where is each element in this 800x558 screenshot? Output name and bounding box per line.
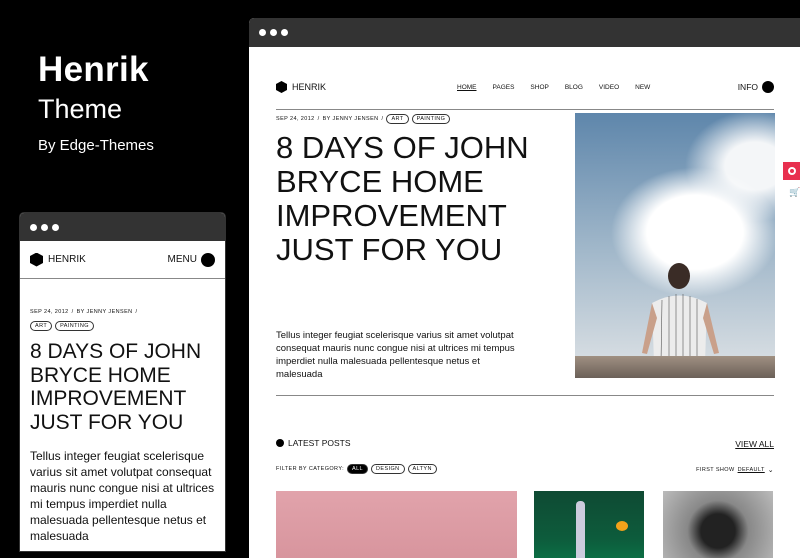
mobile-post: SEP 24, 2012/BY JENNY JENSEN / ART PAINTIN… bbox=[20, 279, 225, 544]
desktop-preview: HENRIK HOME PAGES SHOP BLOG VIDEO NEW IN… bbox=[249, 18, 800, 558]
mobile-preview: HENRIK MENU SEP 24, 2012/BY JENNY JENSEN… bbox=[19, 212, 226, 552]
site-logo[interactable]: HENRIK bbox=[30, 252, 86, 267]
sort-label: FIRST SHOW bbox=[696, 467, 735, 473]
menu-pages[interactable]: PAGES bbox=[493, 84, 515, 91]
menu-new[interactable]: NEW bbox=[635, 84, 650, 91]
theme-author: By Edge-Themes bbox=[38, 137, 154, 154]
filter-all[interactable]: ALL bbox=[347, 464, 369, 474]
post-excerpt: Tellus integer feugiat scelerisque variu… bbox=[30, 449, 215, 543]
tag-painting[interactable]: PAINTING bbox=[55, 321, 94, 331]
person-illustration bbox=[642, 263, 719, 363]
sort-value: DEFAULT bbox=[737, 467, 765, 473]
post-date: SEP 24, 2012 bbox=[276, 116, 315, 122]
site-header: HENRIK HOME PAGES SHOP BLOG VIDEO NEW IN… bbox=[276, 65, 774, 110]
window-dot bbox=[52, 223, 59, 231]
post-author[interactable]: BY JENNY JENSEN bbox=[323, 116, 379, 122]
post-title[interactable]: 8 DAYS OF JOHN BRYCE HOME IMPROVEMENT JU… bbox=[276, 131, 556, 267]
tag-art[interactable]: ART bbox=[386, 114, 409, 124]
hexagon-logo-icon bbox=[276, 81, 287, 93]
post-tags: ART PAINTING bbox=[30, 321, 215, 331]
mobile-header: HENRIK MENU bbox=[20, 241, 225, 279]
menu-button[interactable]: MENU bbox=[167, 252, 215, 267]
window-dot bbox=[259, 29, 266, 36]
logo-text: HENRIK bbox=[48, 254, 86, 265]
main-menu: HOME PAGES SHOP BLOG VIDEO NEW bbox=[457, 84, 650, 91]
info-label: INFO bbox=[737, 82, 758, 92]
window-bar bbox=[20, 213, 225, 241]
ledge bbox=[575, 356, 775, 378]
category-filter: FILTER BY CATEGORY: ALL DESIGN ALTYN bbox=[276, 464, 437, 474]
post-meta: SEP 24, 2012/BY JENNY JENSEN / bbox=[30, 309, 215, 315]
tag-art[interactable]: ART bbox=[30, 321, 53, 331]
view-all-link[interactable]: VIEW ALL bbox=[735, 439, 774, 449]
circle-icon bbox=[762, 81, 774, 93]
window-dot bbox=[270, 29, 277, 36]
separator: / bbox=[381, 116, 384, 122]
theme-branding: Henrik Theme By Edge-Themes bbox=[38, 50, 154, 154]
window-dot bbox=[41, 223, 48, 231]
filter-altyn[interactable]: ALTYN bbox=[407, 464, 437, 474]
filter-design[interactable]: DESIGN bbox=[371, 464, 405, 474]
separator: / bbox=[317, 116, 320, 122]
cart-icon[interactable]: 🛒 bbox=[789, 187, 800, 198]
post-card-image[interactable] bbox=[276, 491, 517, 558]
sort-select[interactable]: FIRST SHOW DEFAULT ⌄ bbox=[696, 466, 774, 474]
menu-home[interactable]: HOME bbox=[457, 84, 477, 91]
menu-video[interactable]: VIDEO bbox=[599, 84, 619, 91]
orange-shape bbox=[616, 521, 628, 531]
info-button[interactable]: INFO bbox=[738, 81, 774, 93]
bottle-shape bbox=[576, 501, 585, 558]
separator: / bbox=[135, 309, 138, 315]
menu-label: MENU bbox=[167, 254, 197, 265]
hero-image[interactable] bbox=[575, 113, 775, 378]
separator: / bbox=[71, 309, 74, 315]
divider bbox=[276, 395, 774, 396]
site-logo[interactable]: HENRIK bbox=[276, 81, 326, 93]
post-date: SEP 24, 2012 bbox=[30, 309, 69, 315]
circle-icon bbox=[276, 439, 284, 447]
post-title[interactable]: 8 DAYS OF JOHN BRYCE HOME IMPROVEMENT JU… bbox=[30, 340, 215, 434]
latest-heading-text: LATEST POSTS bbox=[288, 438, 351, 448]
logo-text: HENRIK bbox=[292, 82, 327, 92]
post-excerpt: Tellus integer feugiat scelerisque variu… bbox=[276, 330, 515, 380]
theme-name: Henrik bbox=[38, 50, 149, 89]
window-dot bbox=[30, 223, 37, 231]
hexagon-logo-icon bbox=[30, 252, 43, 267]
tag-painting[interactable]: PAINTING bbox=[411, 114, 451, 124]
theme-subtitle: Theme bbox=[38, 94, 123, 124]
chevron-down-icon: ⌄ bbox=[767, 467, 774, 474]
menu-shop[interactable]: SHOP bbox=[530, 84, 548, 91]
window-bar bbox=[249, 18, 800, 47]
post-author[interactable]: BY JENNY JENSEN bbox=[77, 309, 133, 315]
post-card-image[interactable] bbox=[663, 491, 773, 558]
post-meta: SEP 24, 2012/BY JENNY JENSEN / ART PAINTIN… bbox=[276, 114, 451, 124]
filter-label: FILTER BY CATEGORY: bbox=[276, 466, 345, 472]
latest-posts-heading: LATEST POSTS bbox=[276, 438, 351, 448]
post-card-image[interactable] bbox=[534, 491, 644, 558]
ring-icon bbox=[787, 167, 796, 175]
menu-blog[interactable]: BLOG bbox=[565, 84, 583, 91]
side-widget-button[interactable] bbox=[783, 162, 800, 180]
window-dot bbox=[281, 29, 288, 36]
circle-icon bbox=[201, 252, 215, 267]
